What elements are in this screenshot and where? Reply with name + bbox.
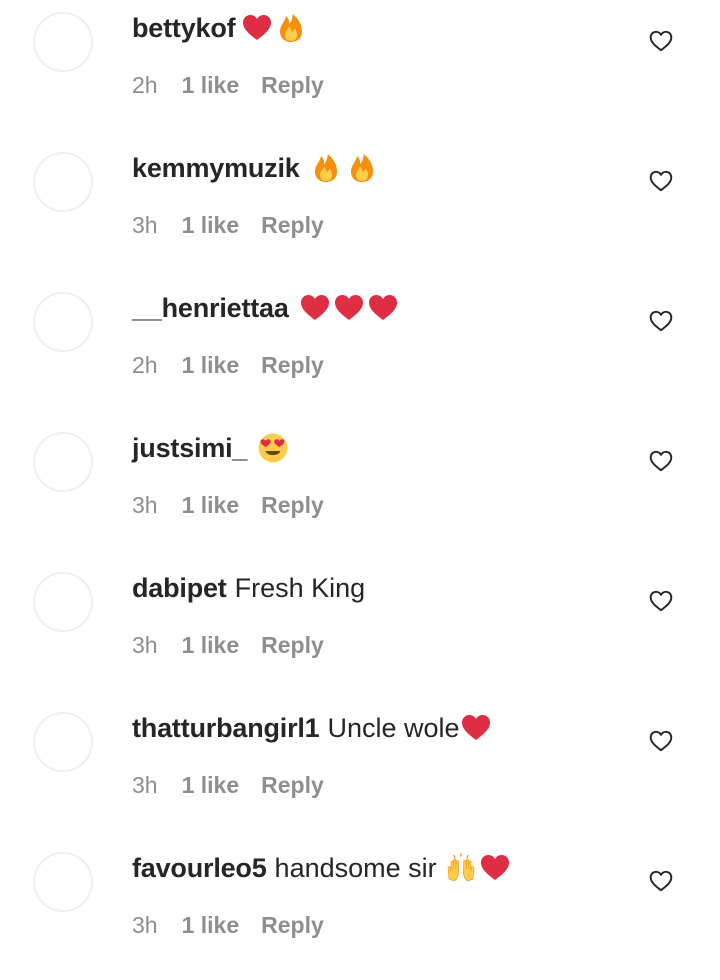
comment-item: kemmymuzik 3h 1 like Reply [0, 140, 720, 280]
reply-button[interactable]: Reply [261, 912, 324, 939]
comment-likes-count[interactable]: 1 like [182, 632, 240, 659]
comment-timestamp: 2h [132, 352, 158, 378]
like-heart-icon[interactable] [648, 308, 674, 334]
reply-button[interactable]: Reply [261, 632, 324, 659]
comment-username[interactable]: __henriettaa [132, 290, 289, 326]
comment-likes-count[interactable]: 1 like [182, 492, 240, 519]
fire-emoji-icon [275, 12, 307, 44]
avatar[interactable] [33, 572, 93, 632]
comment-text-line: justsimi_ [132, 430, 291, 466]
comment-timestamp: 3h [132, 912, 158, 938]
comment-meta: 3h 1 like Reply [132, 212, 324, 239]
comment-text-line: kemmymuzik [132, 150, 380, 186]
avatar[interactable] [33, 152, 93, 212]
comment-body: handsome sir [274, 853, 437, 883]
comment-username[interactable]: favourleo5 [132, 850, 267, 886]
fire-emoji-icon [310, 152, 342, 184]
like-heart-icon[interactable] [648, 728, 674, 754]
red-heart-emoji-icon [241, 12, 273, 44]
comment-body: Uncle wole [327, 713, 460, 743]
reply-button[interactable]: Reply [261, 212, 324, 239]
comment-timestamp: 3h [132, 492, 158, 518]
red-heart-emoji-icon [333, 292, 365, 324]
comment-likes-count[interactable]: 1 like [182, 352, 240, 379]
comment-text-line: favourleo5 handsome sir [132, 850, 513, 886]
comment-emojis [299, 292, 401, 324]
comment-username[interactable]: bettykof [132, 10, 236, 46]
red-heart-emoji-icon [367, 292, 399, 324]
comment-text-line: dabipet Fresh King [132, 570, 365, 606]
comment-likes-count[interactable]: 1 like [182, 72, 240, 99]
reply-button[interactable]: Reply [261, 492, 324, 519]
comment-meta: 3h 1 like Reply [132, 912, 324, 939]
comment-meta: 3h 1 like Reply [132, 772, 324, 799]
comment-emojis [445, 852, 513, 884]
comment-item: favourleo5 handsome sir 3h 1 like Reply [0, 840, 720, 980]
reply-button[interactable]: Reply [261, 352, 324, 379]
reply-button[interactable]: Reply [261, 72, 324, 99]
comment-text-line: __henriettaa [132, 290, 401, 326]
comment-item: __henriettaa 2h 1 like Reply [0, 280, 720, 420]
comment-meta: 2h 1 like Reply [132, 352, 324, 379]
red-heart-emoji-icon [460, 712, 492, 744]
comment-body: Fresh King [234, 573, 366, 603]
reply-button[interactable]: Reply [261, 772, 324, 799]
red-heart-emoji-icon [479, 852, 511, 884]
comment-text-line: thatturbangirl1 Uncle wole [132, 710, 494, 746]
comment-likes-count[interactable]: 1 like [182, 772, 240, 799]
comment-meta: 3h 1 like Reply [132, 632, 324, 659]
comment-username[interactable]: thatturbangirl1 [132, 710, 320, 746]
like-heart-icon[interactable] [648, 868, 674, 894]
comment-likes-count[interactable]: 1 like [182, 912, 240, 939]
comment-username[interactable]: dabipet [132, 570, 227, 606]
comment-emojis [257, 432, 291, 464]
raising-hands-emoji-icon [445, 852, 477, 884]
comment-emojis [460, 712, 494, 744]
like-heart-icon[interactable] [648, 168, 674, 194]
like-heart-icon[interactable] [648, 448, 674, 474]
comment-timestamp: 3h [132, 632, 158, 658]
like-heart-icon[interactable] [648, 588, 674, 614]
comment-username[interactable]: justsimi_ [132, 430, 247, 466]
comment-timestamp: 3h [132, 772, 158, 798]
like-heart-icon[interactable] [648, 28, 674, 54]
heart-eyes-emoji-icon [257, 432, 289, 464]
comment-item: bettykof 2h 1 like Reply [0, 0, 720, 140]
avatar[interactable] [33, 12, 93, 72]
comment-username[interactable]: kemmymuzik [132, 150, 300, 186]
red-heart-emoji-icon [299, 292, 331, 324]
comment-item: justsimi_ 3h 1 like Reply [0, 420, 720, 560]
comment-text-line: bettykof [132, 10, 309, 46]
avatar[interactable] [33, 292, 93, 352]
comment-likes-count[interactable]: 1 like [182, 212, 240, 239]
avatar[interactable] [33, 432, 93, 492]
comment-timestamp: 3h [132, 212, 158, 238]
comment-emojis [310, 152, 380, 184]
avatar[interactable] [33, 852, 93, 912]
comment-meta: 3h 1 like Reply [132, 492, 324, 519]
comments-list: bettykof 2h 1 like Reply kemmymuzik 3h 1… [0, 0, 720, 980]
comment-timestamp: 2h [132, 72, 158, 98]
fire-emoji-icon [346, 152, 378, 184]
comment-item: thatturbangirl1 Uncle wole 3h 1 like Rep… [0, 700, 720, 840]
comment-meta: 2h 1 like Reply [132, 72, 324, 99]
avatar[interactable] [33, 712, 93, 772]
comment-item: dabipet Fresh King 3h 1 like Reply [0, 560, 720, 700]
comment-emojis [241, 12, 309, 44]
